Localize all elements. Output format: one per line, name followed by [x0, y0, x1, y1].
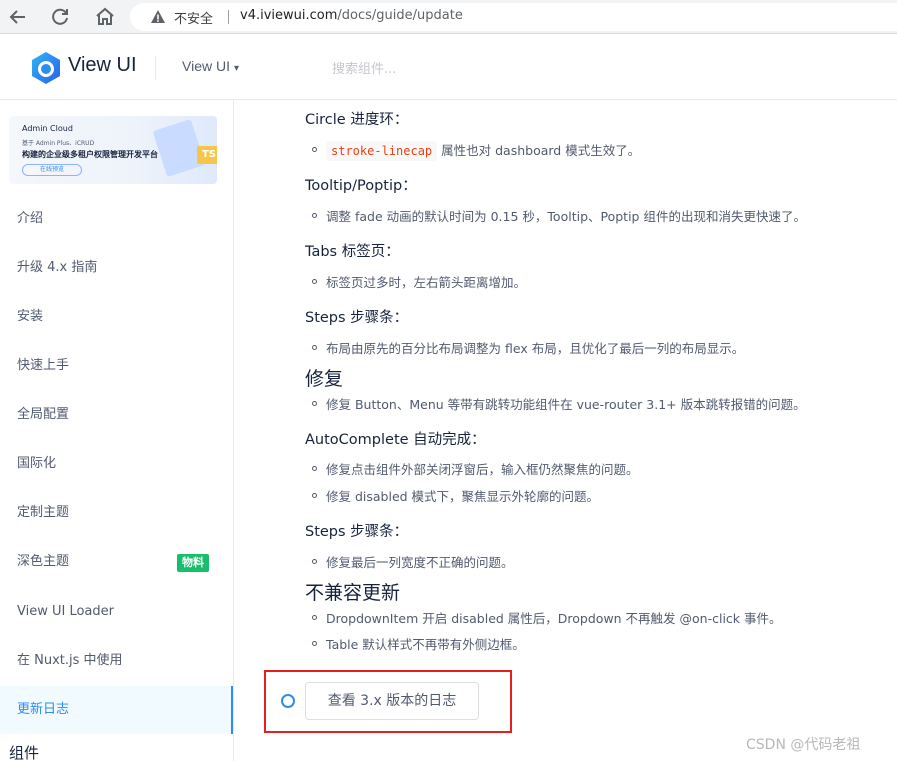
watermark: CSDN @代码老祖 — [746, 737, 861, 753]
sidebar-item-changelog[interactable]: 更新日志 — [0, 686, 233, 734]
changelog-content: Circle 进度环： stroke-linecap 属性也对 dashboar… — [234, 100, 897, 761]
sidebar: Admin Cloud 基于 Admin Plus、iCRUD 构建的企业级多租… — [0, 100, 234, 761]
list-item: Table 默认样式不再带有外侧边框。 — [312, 634, 525, 653]
section-title: Circle 进度环： — [305, 112, 409, 128]
banner-title: Admin Cloud — [22, 124, 73, 133]
code-inline: stroke-linecap — [326, 141, 438, 161]
list-item: 标签页过多时，左右箭头距离增加。 — [311, 272, 526, 291]
list-item-text: 属性也对 dashboard 模式生效了。 — [441, 143, 641, 158]
version-dropdown-label: View UI — [182, 58, 230, 74]
list-item: 修复 Button、Menu 等带有跳转功能组件在 vue-router 3.1… — [312, 394, 806, 413]
not-secure-label[interactable]: 不安全 — [174, 8, 213, 27]
ts-badge: TS — [197, 146, 217, 164]
section-heading: 不兼容更新 — [305, 582, 401, 604]
sidebar-item-quickstart[interactable]: 快速上手 — [0, 342, 233, 390]
reload-icon[interactable] — [48, 5, 72, 29]
home-icon[interactable] — [93, 5, 117, 29]
list-item: 布局由原先的百分比布局调整为 flex 布局，且优化了最后一列的布局显示。 — [311, 338, 744, 357]
list-item: 修复最后一列宽度不正确的问题。 — [312, 552, 514, 571]
sidebar-group-components[interactable]: 组件 — [9, 742, 39, 761]
sidebar-item-intro[interactable]: 介绍 — [0, 195, 233, 243]
browser-toolbar: 不安全 v4.iviewui.com/docs/guide/update — [0, 0, 897, 34]
section-title: Steps 步骤条： — [305, 310, 409, 326]
sidebar-item-label: 定制主题 — [17, 505, 70, 520]
list-item: stroke-linecap 属性也对 dashboard 模式生效了。 — [311, 140, 641, 161]
site-header: View UI View UI ▾ 搜索组件... — [0, 34, 897, 100]
sidebar-item-global-config[interactable]: 全局配置 — [0, 391, 233, 439]
brand-name[interactable]: View UI — [68, 54, 137, 77]
list-item: DropdownItem 开启 disabled 属性后，Dropdown 不再… — [312, 608, 782, 627]
sidebar-item-label: 更新日志 — [17, 702, 70, 717]
sidebar-item-upgrade[interactable]: 升级 4.x 指南 — [0, 244, 233, 292]
banner-line1: 基于 Admin Plus、iCRUD — [22, 140, 95, 147]
address-separator — [228, 10, 229, 24]
warning-triangle-icon[interactable] — [150, 9, 166, 25]
arrow-left-icon[interactable] — [6, 5, 30, 29]
sidebar-item-label: 快速上手 — [17, 358, 70, 373]
material-badge: 物料 — [177, 554, 209, 572]
sidebar-item-label: 深色主题 — [17, 554, 70, 569]
sidebar-item-label: 介绍 — [17, 211, 44, 226]
sidebar-item-loader[interactable]: View UI Loader — [0, 588, 233, 636]
sidebar-item-label: 升级 4.x 指南 — [17, 260, 98, 275]
header-divider — [155, 56, 156, 80]
sidebar-item-install[interactable]: 安装 — [0, 293, 233, 341]
list-item: 调整 fade 动画的默认时间为 0.15 秒，Tooltip、Poptip 组… — [312, 206, 806, 225]
sidebar-item-label: 安装 — [17, 309, 44, 324]
sidebar-item-nuxt[interactable]: 在 Nuxt.js 中使用 — [0, 637, 233, 685]
banner-cta[interactable]: 在线预览 — [22, 164, 82, 176]
url-host: v4.iviewui.com — [240, 8, 338, 23]
admin-cloud-banner[interactable]: Admin Cloud 基于 Admin Plus、iCRUD 构建的企业级多租… — [9, 116, 217, 184]
banner-line2: 构建的企业级多租户权限管理开发平台 — [22, 150, 158, 159]
list-item: 修复点击组件外部关闭浮窗后，输入框仍然聚焦的问题。 — [312, 459, 639, 478]
url-path: /docs/guide/update — [337, 8, 463, 23]
chevron-down-icon: ▾ — [233, 63, 240, 74]
search-input[interactable]: 搜索组件... — [332, 58, 396, 77]
section-title: Steps 步骤条： — [305, 524, 409, 540]
section-title: Tooltip/Poptip： — [305, 178, 417, 194]
timeline-dot-icon — [281, 694, 295, 708]
view-ui-logo-icon[interactable] — [28, 50, 64, 86]
section-title: Tabs 标签页： — [305, 244, 400, 260]
sidebar-item-label: 国际化 — [17, 456, 57, 471]
sidebar-item-i18n[interactable]: 国际化 — [0, 440, 233, 488]
section-heading: 修复 — [305, 368, 344, 390]
sidebar-item-dark-theme[interactable]: 深色主题 物料 — [0, 538, 233, 586]
sidebar-item-theme[interactable]: 定制主题 — [0, 489, 233, 537]
sidebar-item-label: 全局配置 — [17, 407, 70, 422]
sidebar-item-label: View UI Loader — [17, 604, 114, 619]
address-bar[interactable]: 不安全 v4.iviewui.com/docs/guide/update — [130, 3, 897, 31]
sidebar-item-label: 在 Nuxt.js 中使用 — [17, 653, 123, 668]
version-dropdown[interactable]: View UI ▾ — [182, 58, 239, 74]
section-title: AutoComplete 自动完成： — [305, 432, 486, 448]
view-3x-log-button[interactable]: 查看 3.x 版本的日志 — [305, 682, 479, 720]
url-text[interactable]: v4.iviewui.com/docs/guide/update — [240, 8, 463, 23]
list-item: 修复 disabled 模式下，聚焦显示外轮廓的问题。 — [311, 486, 599, 505]
